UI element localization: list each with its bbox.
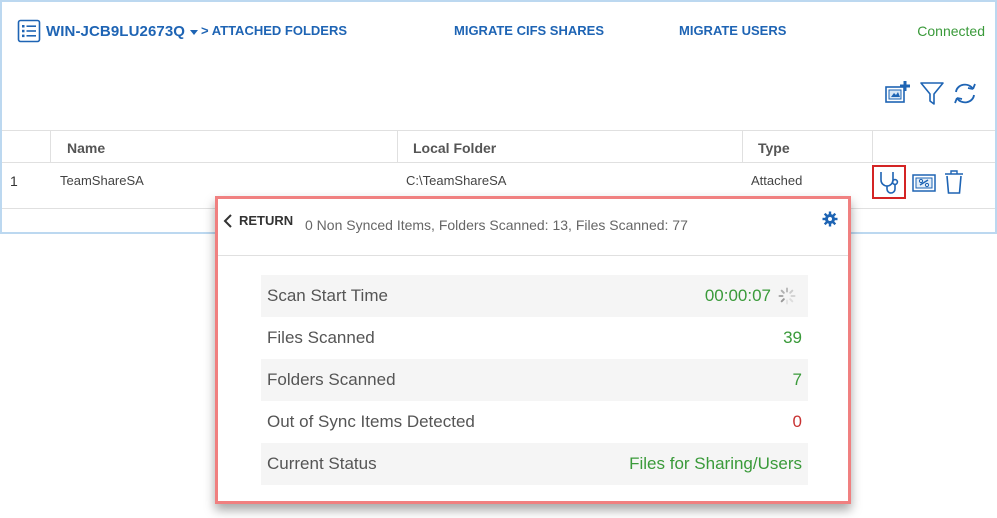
stat-row-files-scanned: Files Scanned 39 (261, 317, 808, 359)
row-index: 1 (10, 173, 18, 189)
column-local-folder[interactable]: Local Folder (397, 131, 742, 163)
stat-row-out-of-sync: Out of Sync Items Detected 0 (261, 401, 808, 443)
stat-label: Out of Sync Items Detected (267, 412, 475, 431)
trash-icon (945, 170, 963, 194)
top-bar: WIN-JCB9LU2673Q > ATTACHED FOLDERS MIGRA… (2, 2, 995, 62)
list-icon (17, 19, 41, 43)
stat-value: 39 (783, 328, 802, 347)
refresh-icon (954, 83, 976, 104)
filter-button[interactable] (917, 78, 947, 108)
row-name: TeamShareSA (60, 173, 144, 188)
server-name: WIN-JCB9LU2673Q (46, 22, 186, 40)
column-actions (872, 131, 995, 163)
stat-value: Files for Sharing/Users (629, 454, 802, 473)
gear-icon[interactable] (822, 211, 838, 227)
popup-header: RETURN 0 Non Synced Items, Folders Scann… (218, 199, 848, 256)
return-button[interactable]: RETURN (223, 213, 293, 228)
stethoscope-icon (880, 172, 899, 194)
column-index (2, 131, 50, 163)
scan-status-popup: RETURN 0 Non Synced Items, Folders Scann… (215, 196, 851, 504)
table-header: Name Local Folder Type (2, 130, 995, 163)
row-type: Attached (751, 173, 803, 188)
scan-stats: Scan Start Time 00:00:07 Files Scanned 3… (261, 275, 808, 485)
folder-link-icon (912, 174, 936, 192)
delete-button[interactable] (937, 165, 971, 199)
add-folder-button[interactable] (882, 78, 912, 108)
server-selector[interactable]: WIN-JCB9LU2673Q (17, 19, 199, 43)
attach-folder-button[interactable] (907, 165, 941, 199)
add-folder-icon (885, 81, 910, 103)
stat-label: Current Status (267, 454, 377, 473)
diagnose-button[interactable] (872, 165, 906, 199)
row-local-folder: C:\TeamShareSA (406, 173, 507, 188)
column-type[interactable]: Type (742, 131, 872, 163)
stat-value: 00:00:07 (704, 286, 771, 305)
connection-status: Connected (917, 23, 985, 39)
chevron-down-icon (190, 29, 199, 35)
stat-label: Scan Start Time (267, 286, 388, 305)
stat-row-folders-scanned: Folders Scanned 7 (261, 359, 808, 401)
nav-migrate-users[interactable]: MIGRATE USERS (679, 23, 786, 38)
chevron-left-icon (223, 213, 232, 228)
nav-attached-folders[interactable]: > ATTACHED FOLDERS (201, 23, 347, 38)
stat-row-scan-start: Scan Start Time 00:00:07 (261, 275, 808, 317)
stat-value: 7 (792, 370, 802, 389)
stat-value: 0 (792, 412, 802, 431)
column-name[interactable]: Name (50, 131, 397, 163)
spinner-icon (778, 287, 796, 305)
scan-summary: 0 Non Synced Items, Folders Scanned: 13,… (305, 217, 688, 233)
stat-row-current-status: Current Status Files for Sharing/Users (261, 443, 808, 485)
return-label: RETURN (239, 213, 294, 228)
nav-migrate-cifs-shares[interactable]: MIGRATE CIFS SHARES (454, 23, 604, 38)
stat-label: Files Scanned (267, 328, 375, 347)
filter-icon (920, 82, 944, 105)
stat-label: Folders Scanned (267, 370, 396, 389)
refresh-button[interactable] (950, 78, 980, 108)
